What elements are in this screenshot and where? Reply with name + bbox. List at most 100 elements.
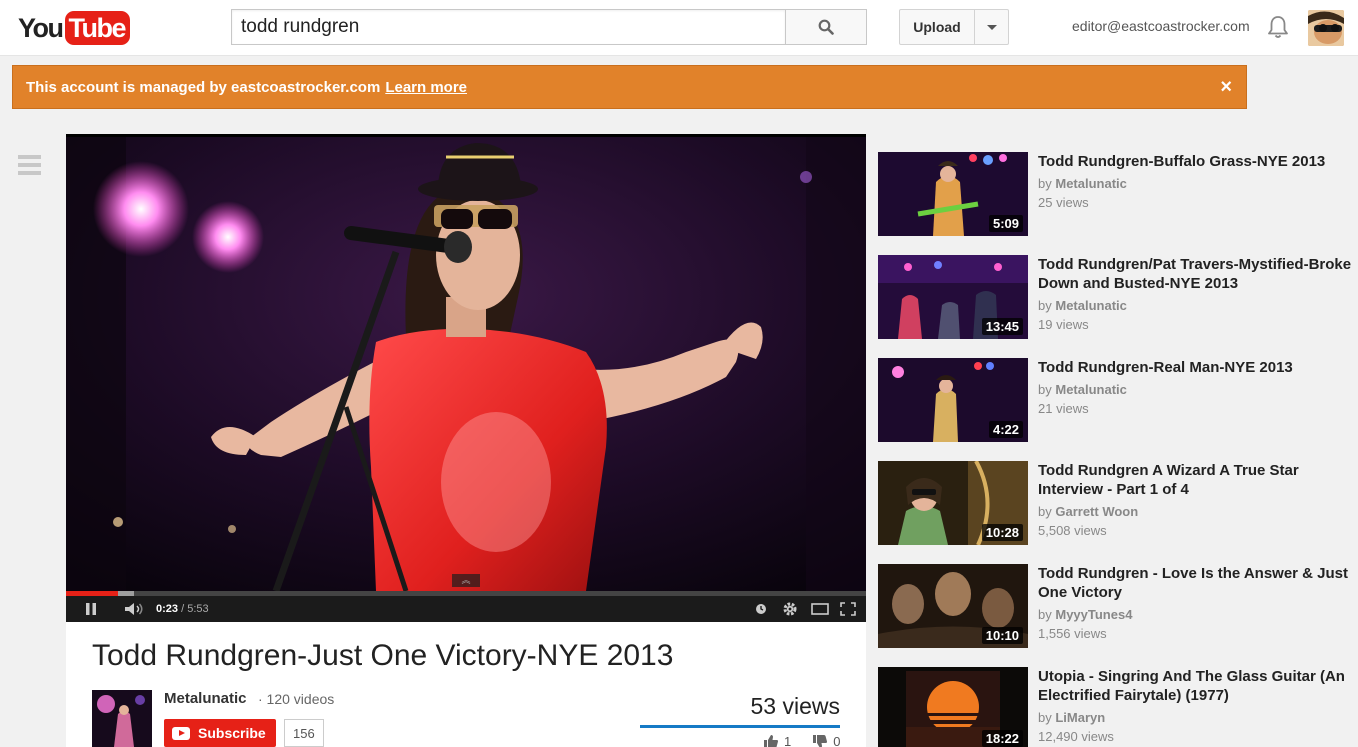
- dislike-count: 0: [833, 734, 841, 747]
- related-video-title[interactable]: Todd Rundgren-Buffalo Grass-NYE 2013: [1038, 152, 1354, 171]
- related-video-channel: Metalunatic: [1055, 298, 1127, 313]
- related-video-byline: by Metalunatic: [1038, 296, 1127, 315]
- related-video-item[interactable]: 10:10 Todd Rundgren - Love Is the Answer…: [878, 564, 1358, 648]
- notifications-button[interactable]: [1266, 14, 1290, 45]
- related-video-channel: MyyyTunes4: [1055, 607, 1133, 622]
- volume-button[interactable]: [124, 602, 146, 616]
- related-video-byline: by MyyyTunes4: [1038, 605, 1132, 624]
- video-duration: 10:28: [981, 524, 1023, 541]
- dislike-icon[interactable]: [813, 735, 828, 747]
- theater-mode-button[interactable]: [811, 603, 829, 615]
- upload-dropdown-button[interactable]: [975, 9, 1009, 45]
- pause-button[interactable]: [84, 602, 98, 616]
- related-video-thumbnail[interactable]: 4:22: [878, 358, 1028, 442]
- related-video-item[interactable]: 10:28 Todd Rundgren A Wizard A True Star…: [878, 461, 1358, 545]
- by-label: by: [1038, 298, 1052, 313]
- related-video-item[interactable]: 13:45 Todd Rundgren/Pat Travers-Mystifie…: [878, 255, 1358, 339]
- video-title: Todd Rundgren-Just One Victory-NYE 2013: [92, 639, 674, 672]
- time-current: 0:23: [156, 603, 179, 615]
- guide-bar: [18, 171, 41, 175]
- search-bar: [231, 9, 867, 45]
- guide-bar: [18, 163, 41, 167]
- related-video-views: 19 views: [1038, 317, 1089, 332]
- related-video-item[interactable]: 18:22 Utopia - Singring And The Glass Gu…: [878, 667, 1358, 747]
- related-video-thumbnail[interactable]: 18:22: [878, 667, 1028, 747]
- video-duration: 18:22: [981, 730, 1023, 747]
- related-video-thumbnail[interactable]: 13:45: [878, 255, 1028, 339]
- by-label: by: [1038, 710, 1052, 725]
- related-video-thumbnail[interactable]: 10:10: [878, 564, 1028, 648]
- logo-tube: Tube: [64, 11, 130, 45]
- avatar-image: [1308, 10, 1344, 46]
- expand-controls-tab[interactable]: ︽: [452, 574, 480, 587]
- search-input[interactable]: [231, 9, 786, 45]
- video-duration: 5:09: [988, 215, 1023, 232]
- time-display: 0:23 / 5:53: [156, 603, 209, 615]
- video-duration: 10:10: [981, 627, 1023, 644]
- youtube-logo[interactable]: You Tube: [18, 11, 130, 45]
- related-video-item[interactable]: 4:22 Todd Rundgren-Real Man-NYE 2013 by …: [878, 358, 1358, 442]
- related-video-channel: Metalunatic: [1055, 382, 1127, 397]
- view-count: 53 views: [750, 693, 840, 719]
- fullscreen-button[interactable]: [840, 602, 856, 616]
- time-separator: /: [178, 603, 188, 615]
- caret-down-icon: [986, 24, 997, 30]
- video-info-panel: Todd Rundgren-Just One Victory-NYE 2013 …: [66, 622, 866, 747]
- upload-group: Upload: [899, 9, 1009, 45]
- managed-account-banner: This account is managed by eastcoastrock…: [12, 65, 1247, 109]
- bell-icon: [1268, 16, 1288, 38]
- related-video-byline: by LiMaryn: [1038, 708, 1105, 727]
- guide-menu-icon[interactable]: [18, 155, 41, 179]
- channel-avatar[interactable]: [92, 690, 152, 747]
- related-video-views: 25 views: [1038, 195, 1089, 210]
- watch-later-button[interactable]: [755, 603, 767, 615]
- related-video-channel: Metalunatic: [1055, 176, 1127, 191]
- related-video-title[interactable]: Utopia - Singring And The Glass Guitar (…: [1038, 667, 1354, 705]
- learn-more-link[interactable]: Learn more: [385, 79, 467, 96]
- account-email[interactable]: editor@eastcoastrocker.com: [1072, 18, 1250, 34]
- like-icon[interactable]: [764, 735, 778, 747]
- related-video-title[interactable]: Todd Rundgren/Pat Travers-Mystified-Brok…: [1038, 255, 1354, 293]
- youtube-play-icon: [172, 726, 190, 740]
- guide-bar: [18, 155, 41, 159]
- channel-video-count[interactable]: · 120 videos: [258, 691, 334, 707]
- related-video-byline: by Metalunatic: [1038, 380, 1127, 399]
- related-video-byline: by Garrett Woon: [1038, 502, 1138, 521]
- video-player[interactable]: ︽ 0:23 / 5:53: [66, 134, 866, 622]
- by-label: by: [1038, 504, 1052, 519]
- close-icon[interactable]: ×: [1220, 76, 1232, 99]
- related-video-views: 1,556 views: [1038, 626, 1107, 641]
- player-controls: 0:23 / 5:53: [66, 596, 866, 622]
- like-dislike-group: 1 0: [764, 734, 840, 747]
- channel-name[interactable]: Metalunatic: [164, 690, 247, 707]
- banner-text: This account is managed by eastcoastrock…: [26, 78, 381, 96]
- related-video-title[interactable]: Todd Rundgren A Wizard A True Star Inter…: [1038, 461, 1354, 499]
- video-still: [66, 137, 866, 591]
- related-video-channel: LiMaryn: [1055, 710, 1106, 725]
- likes-ratio-bar: [640, 725, 840, 728]
- by-label: by: [1038, 176, 1052, 191]
- by-label: by: [1038, 382, 1052, 397]
- related-video-item[interactable]: 5:09 Todd Rundgren-Buffalo Grass-NYE 201…: [878, 152, 1358, 236]
- account-avatar[interactable]: [1308, 10, 1344, 46]
- subscribe-button[interactable]: Subscribe: [164, 719, 276, 747]
- video-frame[interactable]: [66, 137, 866, 591]
- related-video-views: 21 views: [1038, 401, 1089, 416]
- related-video-views: 5,508 views: [1038, 523, 1107, 538]
- related-video-title[interactable]: Todd Rundgren - Love Is the Answer & Jus…: [1038, 564, 1354, 602]
- gear-icon: [783, 602, 797, 616]
- by-label: by: [1038, 607, 1052, 622]
- channel-avatar-image: [92, 690, 152, 747]
- clock-icon: [756, 604, 766, 614]
- masthead: You Tube Upload editor@eastcoastrocker.c…: [0, 0, 1358, 56]
- fullscreen-icon: [840, 602, 856, 616]
- settings-button[interactable]: [782, 601, 798, 617]
- related-video-thumbnail[interactable]: 10:28: [878, 461, 1028, 545]
- search-button[interactable]: [785, 9, 867, 45]
- pause-icon: [86, 603, 96, 615]
- related-video-thumbnail[interactable]: 5:09: [878, 152, 1028, 236]
- related-video-title[interactable]: Todd Rundgren-Real Man-NYE 2013: [1038, 358, 1354, 377]
- volume-icon: [125, 603, 143, 615]
- time-total: 5:53: [187, 603, 209, 615]
- upload-button[interactable]: Upload: [899, 9, 975, 45]
